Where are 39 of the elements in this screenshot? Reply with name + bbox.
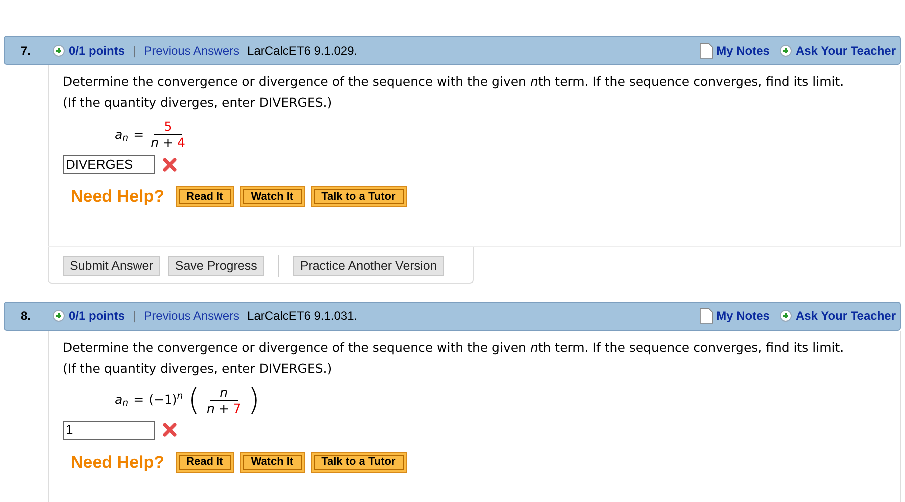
plus-icon[interactable] <box>780 44 792 56</box>
previous-answers-link[interactable]: Previous Answers <box>144 307 240 325</box>
note-icon[interactable] <box>700 42 713 58</box>
points-link[interactable]: 0/1 points <box>69 307 126 325</box>
plus-icon[interactable] <box>780 310 792 322</box>
help-label: Need Help? <box>71 186 165 208</box>
plus-icon[interactable] <box>53 310 65 322</box>
help-button[interactable]: Read It <box>176 452 234 473</box>
ask-teacher-link[interactable]: Ask Your Teacher <box>796 42 896 60</box>
separator-text: | <box>133 42 136 60</box>
source-text: LarCalcET6 9.1.031. <box>248 308 358 325</box>
answer-field[interactable]: 1 <box>63 420 155 440</box>
plus-icon[interactable] <box>53 44 65 56</box>
separator-text: | <box>133 308 136 325</box>
help-button[interactable]: Talk to a Tutor <box>310 452 407 473</box>
ask-teacher-link[interactable]: Ask Your Teacher <box>796 307 896 325</box>
help-button[interactable]: Read It <box>176 186 234 208</box>
my-notes-link[interactable]: My Notes <box>716 42 770 60</box>
footer-button[interactable]: Save Progress <box>168 256 264 276</box>
help-button[interactable]: Talk to a Tutor <box>310 186 407 208</box>
question-text: Determine the convergence or divergence of the sequence with the given nth term. If the sequence converges, find its limit. <box>63 73 846 91</box>
my-notes-link[interactable]: My Notes <box>716 307 770 325</box>
question-number: 7. <box>21 42 32 60</box>
formula: a$_{n}$ = 5 n + 4 <box>115 119 186 151</box>
source-text: LarCalcET6 9.1.029. <box>248 42 358 60</box>
previous-answers-link[interactable]: Previous Answers <box>144 42 240 60</box>
question-text: (If the quantity diverges, enter DIVERGES.) <box>63 94 334 112</box>
help-button[interactable]: Watch It <box>240 186 305 208</box>
question-number: 8. <box>21 308 32 325</box>
question-text: Determine the convergence or divergence of the sequence with the given nth term. If the sequence converges, find its limit. <box>63 338 846 357</box>
footer-button[interactable]: Submit Answer <box>63 256 160 276</box>
footer-button[interactable]: Practice Another Version <box>293 256 444 276</box>
note-icon[interactable] <box>700 308 713 324</box>
formula: a$_{n}$ = (−1)$^{n}$ ( n n + 7 ) <box>115 384 261 416</box>
points-link[interactable]: 0/1 points <box>69 42 126 60</box>
help-button[interactable]: Watch It <box>240 452 305 473</box>
question-text: (If the quantity diverges, enter DIVERGES.) <box>63 360 334 378</box>
help-label: Need Help? <box>71 452 165 474</box>
answer-field[interactable]: DIVERGES <box>63 155 155 174</box>
